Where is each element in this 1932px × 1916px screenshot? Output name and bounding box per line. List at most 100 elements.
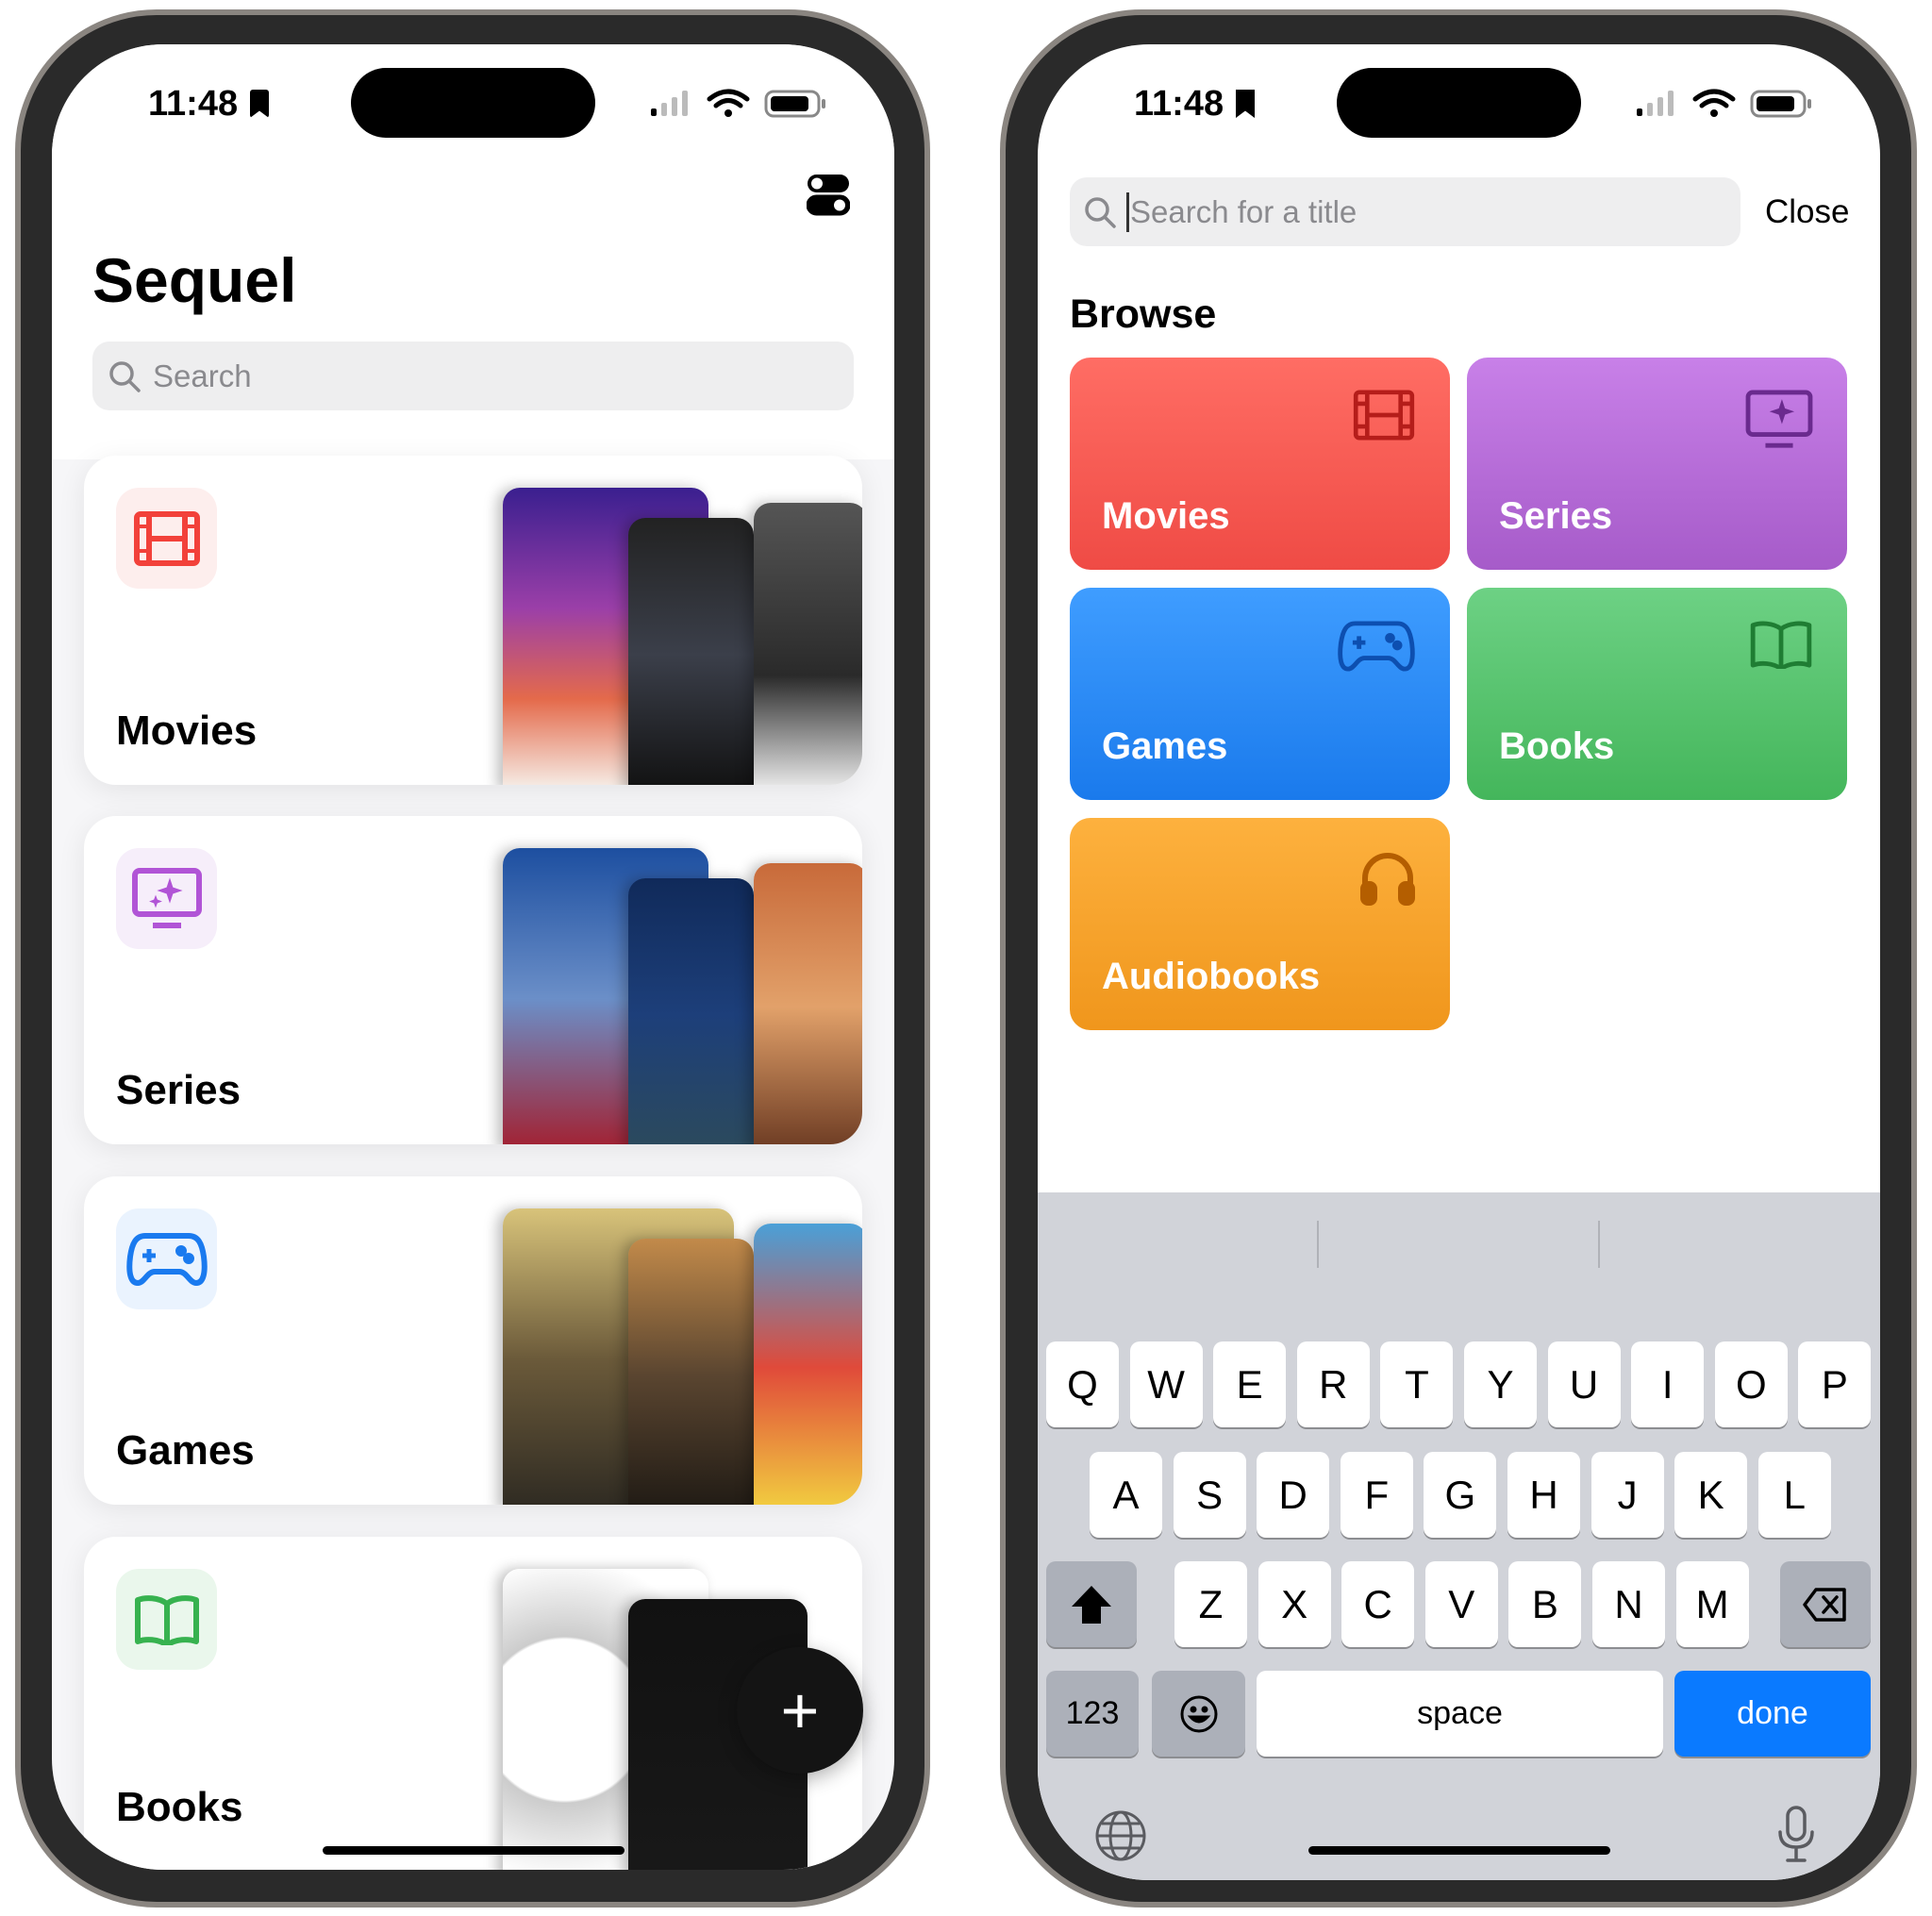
- text-cursor: [1126, 192, 1129, 232]
- suggestion-divider: [1598, 1221, 1600, 1268]
- globe-button[interactable]: [1094, 1809, 1147, 1867]
- category-label: Books: [116, 1784, 243, 1830]
- key-d[interactable]: D: [1257, 1452, 1330, 1538]
- bookmark-icon: [1236, 90, 1255, 118]
- home-indicator: [323, 1846, 625, 1855]
- gamecontroller-icon: [125, 1232, 208, 1286]
- space-key[interactable]: space: [1257, 1671, 1663, 1757]
- film-icon: [1352, 390, 1416, 445]
- key-v[interactable]: V: [1424, 1561, 1498, 1647]
- key-m[interactable]: M: [1675, 1561, 1749, 1647]
- status-time: 11:48: [1134, 84, 1224, 124]
- title-search-input[interactable]: Search for a title: [1070, 177, 1740, 246]
- poster-image: [628, 878, 754, 1144]
- poster-image: [628, 1239, 754, 1505]
- globe-icon: [1095, 1810, 1146, 1861]
- tile-label: Movies: [1102, 495, 1230, 537]
- microphone-icon: [1778, 1806, 1814, 1862]
- key-x[interactable]: X: [1257, 1561, 1331, 1647]
- tile-label: Games: [1102, 725, 1228, 767]
- status-icons: [1637, 88, 1863, 126]
- search-placeholder: Search: [153, 358, 252, 393]
- delete-key[interactable]: [1780, 1561, 1871, 1647]
- key-u[interactable]: U: [1547, 1341, 1621, 1427]
- poster-image: [754, 503, 862, 785]
- status-time: 11:48: [148, 84, 239, 124]
- key-q[interactable]: Q: [1046, 1341, 1119, 1427]
- delete-icon: [1803, 1587, 1846, 1622]
- dictation-button[interactable]: [1777, 1806, 1815, 1869]
- home-indicator: [1308, 1846, 1610, 1855]
- category-card-games[interactable]: Games: [84, 1176, 862, 1505]
- film-icon: [133, 510, 200, 566]
- tile-label: Audiobooks: [1102, 956, 1321, 997]
- emoji-key[interactable]: [1152, 1671, 1245, 1757]
- done-key[interactable]: done: [1674, 1671, 1871, 1757]
- key-i[interactable]: I: [1631, 1341, 1705, 1427]
- key-e[interactable]: E: [1213, 1341, 1287, 1427]
- headphones-icon: [1359, 850, 1416, 911]
- key-g[interactable]: G: [1424, 1452, 1497, 1538]
- browse-tile-games[interactable]: Games: [1070, 588, 1450, 800]
- poster-image: [754, 863, 862, 1144]
- keyboard: QWERTYUIOP ASDFGHJKL ZXCVBNM 123 space don…: [1038, 1192, 1880, 1880]
- browse-tile-books[interactable]: Books: [1467, 588, 1847, 800]
- close-button[interactable]: Close: [1765, 193, 1849, 231]
- key-j[interactable]: J: [1591, 1452, 1664, 1538]
- numbers-key[interactable]: 123: [1046, 1671, 1139, 1757]
- tile-label: Books: [1499, 725, 1615, 767]
- key-h[interactable]: H: [1507, 1452, 1580, 1538]
- dynamic-island: [1337, 68, 1581, 138]
- key-w[interactable]: W: [1129, 1341, 1203, 1427]
- add-button[interactable]: +: [737, 1647, 863, 1774]
- tile-label: Series: [1499, 495, 1613, 537]
- browse-tile-series[interactable]: Series: [1467, 358, 1847, 570]
- tv-sparkle-icon: [1745, 390, 1813, 455]
- suggestion-divider: [1317, 1221, 1319, 1268]
- category-label: Games: [116, 1427, 255, 1474]
- key-y[interactable]: Y: [1464, 1341, 1537, 1427]
- search-icon: [1085, 196, 1116, 228]
- search-icon: [109, 360, 141, 392]
- key-r[interactable]: R: [1296, 1341, 1370, 1427]
- filter-toggle-button[interactable]: [806, 173, 851, 221]
- gamecontroller-icon: [1337, 620, 1416, 677]
- wifi-icon: [707, 89, 750, 108]
- status-icons: [651, 88, 877, 126]
- key-l[interactable]: L: [1757, 1452, 1831, 1538]
- poster-image: [754, 1224, 862, 1505]
- browse-tile-movies[interactable]: Movies: [1070, 358, 1450, 570]
- shift-icon: [1072, 1585, 1111, 1624]
- browse-tile-audiobooks[interactable]: Audiobooks: [1070, 818, 1450, 1030]
- category-label: Series: [116, 1067, 242, 1113]
- key-a[interactable]: A: [1090, 1452, 1162, 1538]
- key-p[interactable]: P: [1798, 1341, 1872, 1427]
- category-card-series[interactable]: Series: [84, 816, 862, 1144]
- shift-key[interactable]: [1046, 1561, 1137, 1647]
- search-placeholder: Search for a title: [1130, 193, 1357, 229]
- book-icon: [134, 1594, 199, 1645]
- key-n[interactable]: N: [1592, 1561, 1665, 1647]
- plus-icon: +: [780, 1674, 820, 1747]
- key-s[interactable]: S: [1173, 1452, 1246, 1538]
- key-o[interactable]: O: [1714, 1341, 1788, 1427]
- dynamic-island: [351, 68, 595, 138]
- emoji-icon: [1180, 1695, 1217, 1732]
- search-input[interactable]: Search: [92, 342, 854, 410]
- key-c[interactable]: C: [1341, 1561, 1415, 1647]
- key-z[interactable]: Z: [1174, 1561, 1247, 1647]
- category-label: Movies: [116, 708, 258, 754]
- key-b[interactable]: B: [1508, 1561, 1582, 1647]
- page-title: Sequel: [92, 245, 297, 315]
- key-t[interactable]: T: [1380, 1341, 1454, 1427]
- browse-heading: Browse: [1070, 292, 1217, 337]
- key-f[interactable]: F: [1340, 1452, 1413, 1538]
- key-k[interactable]: K: [1674, 1452, 1748, 1538]
- category-card-movies[interactable]: Movies: [84, 456, 862, 785]
- poster-image: [628, 518, 754, 785]
- book-icon: [1749, 620, 1813, 674]
- right-phone-screen: 11:48 Search for a title Close Browse Mo…: [1038, 44, 1880, 1880]
- left-phone-screen: 11:48 Sequel Search Movies Series Games …: [52, 44, 894, 1870]
- signal-icon: [651, 91, 688, 116]
- tv-sparkle-icon: [131, 867, 202, 928]
